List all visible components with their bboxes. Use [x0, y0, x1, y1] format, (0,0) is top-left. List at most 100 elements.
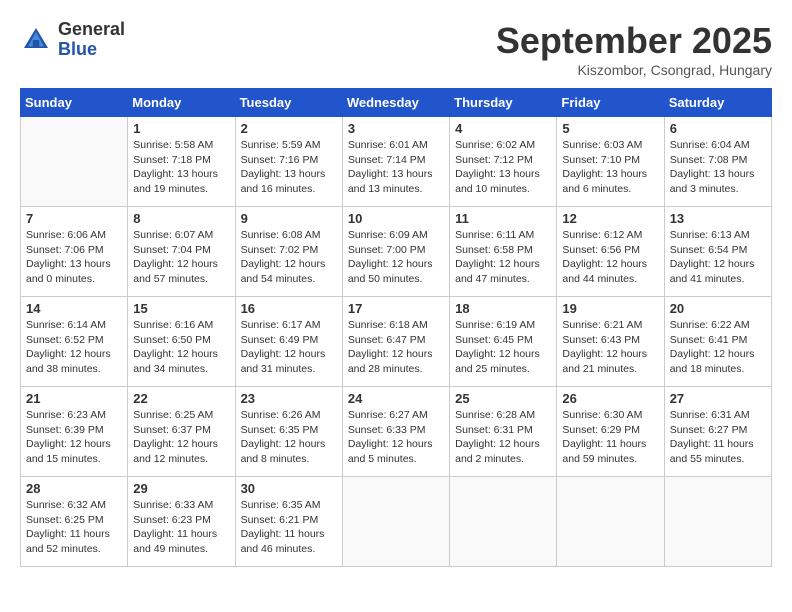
day-detail: Sunrise: 6:13 AMSunset: 6:54 PMDaylight:… — [670, 228, 766, 287]
day-number: 6 — [670, 121, 766, 136]
day-number: 22 — [133, 391, 229, 406]
title-area: September 2025 Kiszombor, Csongrad, Hung… — [496, 20, 772, 78]
calendar-cell: 29 Sunrise: 6:33 AMSunset: 6:23 PMDayligh… — [128, 477, 235, 567]
day-number: 9 — [241, 211, 337, 226]
day-number: 14 — [26, 301, 122, 316]
day-number: 30 — [241, 481, 337, 496]
logo: General Blue — [20, 20, 125, 60]
calendar-week-row: 14 Sunrise: 6:14 AMSunset: 6:52 PMDayligh… — [21, 297, 772, 387]
calendar-week-row: 21 Sunrise: 6:23 AMSunset: 6:39 PMDayligh… — [21, 387, 772, 477]
day-number: 4 — [455, 121, 551, 136]
day-number: 16 — [241, 301, 337, 316]
day-detail: Sunrise: 6:32 AMSunset: 6:25 PMDaylight:… — [26, 498, 122, 557]
day-number: 12 — [562, 211, 658, 226]
day-detail: Sunrise: 6:23 AMSunset: 6:39 PMDaylight:… — [26, 408, 122, 467]
calendar-cell: 6 Sunrise: 6:04 AMSunset: 7:08 PMDaylight… — [664, 117, 771, 207]
calendar-week-row: 7 Sunrise: 6:06 AMSunset: 7:06 PMDaylight… — [21, 207, 772, 297]
calendar-cell: 13 Sunrise: 6:13 AMSunset: 6:54 PMDayligh… — [664, 207, 771, 297]
day-of-week-header: Friday — [557, 89, 664, 117]
day-number: 7 — [26, 211, 122, 226]
day-number: 29 — [133, 481, 229, 496]
day-detail: Sunrise: 6:22 AMSunset: 6:41 PMDaylight:… — [670, 318, 766, 377]
logo-icon — [20, 24, 52, 56]
calendar-cell: 4 Sunrise: 6:02 AMSunset: 7:12 PMDaylight… — [450, 117, 557, 207]
day-detail: Sunrise: 6:01 AMSunset: 7:14 PMDaylight:… — [348, 138, 444, 197]
day-detail: Sunrise: 5:58 AMSunset: 7:18 PMDaylight:… — [133, 138, 229, 197]
day-detail: Sunrise: 6:35 AMSunset: 6:21 PMDaylight:… — [241, 498, 337, 557]
day-detail: Sunrise: 6:33 AMSunset: 6:23 PMDaylight:… — [133, 498, 229, 557]
calendar-cell: 21 Sunrise: 6:23 AMSunset: 6:39 PMDayligh… — [21, 387, 128, 477]
calendar-cell: 28 Sunrise: 6:32 AMSunset: 6:25 PMDayligh… — [21, 477, 128, 567]
day-number: 21 — [26, 391, 122, 406]
day-detail: Sunrise: 6:02 AMSunset: 7:12 PMDaylight:… — [455, 138, 551, 197]
day-number: 13 — [670, 211, 766, 226]
day-detail: Sunrise: 6:06 AMSunset: 7:06 PMDaylight:… — [26, 228, 122, 287]
calendar-cell: 18 Sunrise: 6:19 AMSunset: 6:45 PMDayligh… — [450, 297, 557, 387]
day-detail: Sunrise: 6:30 AMSunset: 6:29 PMDaylight:… — [562, 408, 658, 467]
calendar-cell: 27 Sunrise: 6:31 AMSunset: 6:27 PMDayligh… — [664, 387, 771, 477]
day-detail: Sunrise: 6:28 AMSunset: 6:31 PMDaylight:… — [455, 408, 551, 467]
calendar-cell: 24Sunrise: 6:27 AMSunset: 6:33 PMDayligh… — [342, 387, 449, 477]
logo-general-text: General — [58, 20, 125, 40]
logo-text: General Blue — [58, 20, 125, 60]
day-detail: Sunrise: 6:19 AMSunset: 6:45 PMDaylight:… — [455, 318, 551, 377]
calendar-cell: 22 Sunrise: 6:25 AMSunset: 6:37 PMDayligh… — [128, 387, 235, 477]
day-detail: Sunrise: 6:04 AMSunset: 7:08 PMDaylight:… — [670, 138, 766, 197]
calendar-cell — [664, 477, 771, 567]
day-detail: Sunrise: 6:03 AMSunset: 7:10 PMDaylight:… — [562, 138, 658, 197]
day-number: 17 — [348, 301, 444, 316]
day-detail: Sunrise: 6:31 AMSunset: 6:27 PMDaylight:… — [670, 408, 766, 467]
day-number: 1 — [133, 121, 229, 136]
day-number: 27 — [670, 391, 766, 406]
day-of-week-header: Tuesday — [235, 89, 342, 117]
day-number: 3 — [348, 121, 444, 136]
day-number: 8 — [133, 211, 229, 226]
day-detail: Sunrise: 6:18 AMSunset: 6:47 PMDaylight:… — [348, 318, 444, 377]
day-number: 26 — [562, 391, 658, 406]
day-of-week-header: Thursday — [450, 89, 557, 117]
calendar-cell: 12 Sunrise: 6:12 AMSunset: 6:56 PMDayligh… — [557, 207, 664, 297]
day-number: 23 — [241, 391, 337, 406]
calendar-cell: 2 Sunrise: 5:59 AMSunset: 7:16 PMDaylight… — [235, 117, 342, 207]
day-of-week-header: Monday — [128, 89, 235, 117]
day-detail: Sunrise: 6:12 AMSunset: 6:56 PMDaylight:… — [562, 228, 658, 287]
day-of-week-header: Saturday — [664, 89, 771, 117]
calendar-cell: 23 Sunrise: 6:26 AMSunset: 6:35 PMDayligh… — [235, 387, 342, 477]
day-detail: Sunrise: 6:27 AMSunset: 6:33 PMDaylight:… — [348, 408, 444, 467]
calendar-cell — [342, 477, 449, 567]
calendar-cell: 17 Sunrise: 6:18 AMSunset: 6:47 PMDayligh… — [342, 297, 449, 387]
day-detail: Sunrise: 6:26 AMSunset: 6:35 PMDaylight:… — [241, 408, 337, 467]
calendar-cell — [450, 477, 557, 567]
day-number: 10 — [348, 211, 444, 226]
calendar-cell: 11Sunrise: 6:11 AMSunset: 6:58 PMDayligh… — [450, 207, 557, 297]
day-detail: Sunrise: 6:25 AMSunset: 6:37 PMDaylight:… — [133, 408, 229, 467]
calendar-cell: 25 Sunrise: 6:28 AMSunset: 6:31 PMDayligh… — [450, 387, 557, 477]
day-number: 28 — [26, 481, 122, 496]
calendar-cell: 7 Sunrise: 6:06 AMSunset: 7:06 PMDaylight… — [21, 207, 128, 297]
calendar-cell: 30 Sunrise: 6:35 AMSunset: 6:21 PMDayligh… — [235, 477, 342, 567]
day-number: 18 — [455, 301, 551, 316]
day-detail: Sunrise: 5:59 AMSunset: 7:16 PMDaylight:… — [241, 138, 337, 197]
calendar-table: SundayMondayTuesdayWednesdayThursdayFrid… — [20, 88, 772, 567]
calendar-cell: 1 Sunrise: 5:58 AMSunset: 7:18 PMDaylight… — [128, 117, 235, 207]
calendar-week-row: 28 Sunrise: 6:32 AMSunset: 6:25 PMDayligh… — [21, 477, 772, 567]
location-text: Kiszombor, Csongrad, Hungary — [496, 62, 772, 78]
calendar-week-row: 1 Sunrise: 5:58 AMSunset: 7:18 PMDaylight… — [21, 117, 772, 207]
month-title: September 2025 — [496, 20, 772, 62]
calendar-cell — [21, 117, 128, 207]
day-detail: Sunrise: 6:16 AMSunset: 6:50 PMDaylight:… — [133, 318, 229, 377]
day-detail: Sunrise: 6:14 AMSunset: 6:52 PMDaylight:… — [26, 318, 122, 377]
day-number: 25 — [455, 391, 551, 406]
calendar-cell — [557, 477, 664, 567]
day-number: 2 — [241, 121, 337, 136]
day-of-week-header: Wednesday — [342, 89, 449, 117]
calendar-cell: 15Sunrise: 6:16 AMSunset: 6:50 PMDayligh… — [128, 297, 235, 387]
calendar-header-row: SundayMondayTuesdayWednesdayThursdayFrid… — [21, 89, 772, 117]
calendar-cell: 8Sunrise: 6:07 AMSunset: 7:04 PMDaylight… — [128, 207, 235, 297]
calendar-cell: 10 Sunrise: 6:09 AMSunset: 7:00 PMDayligh… — [342, 207, 449, 297]
calendar-cell: 5 Sunrise: 6:03 AMSunset: 7:10 PMDaylight… — [557, 117, 664, 207]
day-detail: Sunrise: 6:09 AMSunset: 7:00 PMDaylight:… — [348, 228, 444, 287]
day-number: 19 — [562, 301, 658, 316]
day-number: 5 — [562, 121, 658, 136]
calendar-cell: 19Sunrise: 6:21 AMSunset: 6:43 PMDayligh… — [557, 297, 664, 387]
